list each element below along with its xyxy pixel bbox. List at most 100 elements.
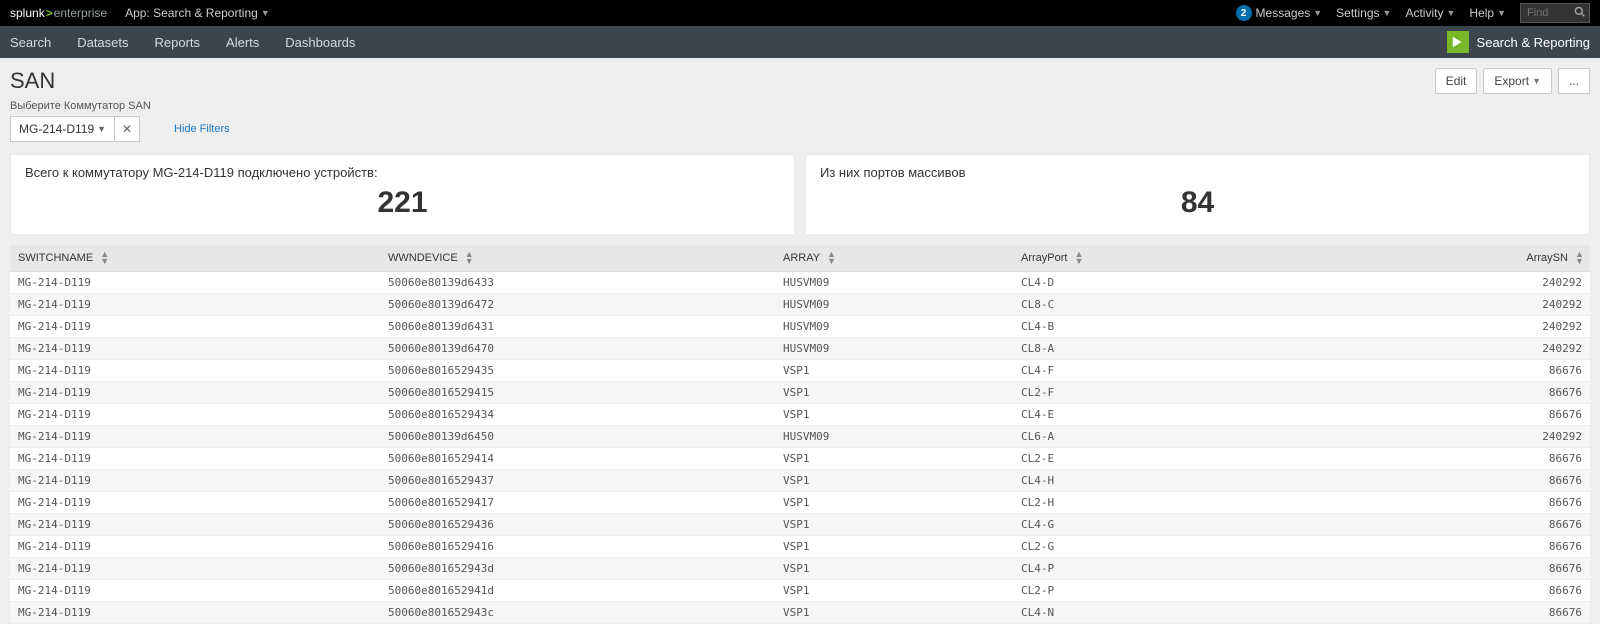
app-brand-icon [1447,31,1469,53]
cell-p: CL4-F [1013,360,1283,382]
table-row[interactable]: MG-214-D11950060e801652943cVSP1CL4-N8667… [10,602,1590,624]
cell-p: CL4-G [1013,514,1283,536]
results-table-wrap: SWITCHNAME ▲▼ WWNDEVICE ▲▼ ARRAY ▲▼ Arra… [0,235,1600,624]
panel-title: Из них портов массивов [820,165,1575,180]
global-find-input[interactable] [1525,6,1573,20]
activity-menu[interactable]: Activity ▼ [1405,6,1455,20]
cell-n: 86676 [1283,360,1590,382]
cell-n: 86676 [1283,404,1590,426]
hide-filters-link[interactable]: Hide Filters [174,123,230,135]
cell-s: MG-214-D119 [10,404,380,426]
table-row[interactable]: MG-214-D11950060e8016529415VSP1CL2-F8667… [10,382,1590,404]
export-label: Export [1494,74,1529,88]
cell-p: CL4-N [1013,602,1283,624]
table-row[interactable]: MG-214-D11950060e8016529414VSP1CL2-E8667… [10,448,1590,470]
edit-button[interactable]: Edit [1435,68,1478,94]
col-label: ArraySN [1526,252,1568,264]
table-row[interactable]: MG-214-D11950060e8016529435VSP1CL4-F8667… [10,360,1590,382]
messages-count-badge: 2 [1236,5,1252,21]
app-switcher[interactable]: App: Search & Reporting ▼ [125,6,270,20]
panel-total-devices: Всего к коммутатору MG-214-D119 подключе… [10,154,795,235]
messages-menu[interactable]: 2 Messages ▼ [1236,5,1323,21]
cell-s: MG-214-D119 [10,360,380,382]
help-menu[interactable]: Help ▼ [1469,6,1506,20]
global-find[interactable] [1520,3,1590,23]
table-row[interactable]: MG-214-D11950060e8016529436VSP1CL4-G8667… [10,514,1590,536]
table-row[interactable]: MG-214-D11950060e80139d6450HUSVM09CL6-A2… [10,426,1590,448]
nav-reports[interactable]: Reports [155,35,201,50]
cell-s: MG-214-D119 [10,294,380,316]
cell-w: 50060e80139d6472 [380,294,775,316]
more-button[interactable]: ... [1558,68,1590,94]
app-brand-label: Search & Reporting [1477,35,1590,50]
cell-s: MG-214-D119 [10,448,380,470]
table-row[interactable]: MG-214-D11950060e801652943dVSP1CL4-P8667… [10,558,1590,580]
cell-s: MG-214-D119 [10,426,380,448]
cell-a: VSP1 [775,360,1013,382]
panel-value: 84 [820,186,1575,220]
cell-n: 240292 [1283,294,1590,316]
logo-gt-icon: > [46,6,53,20]
cell-a: VSP1 [775,470,1013,492]
table-row[interactable]: MG-214-D11950060e8016529416VSP1CL2-G8667… [10,536,1590,558]
export-button[interactable]: Export ▼ [1483,68,1552,94]
cell-a: HUSVM09 [775,338,1013,360]
app-brand[interactable]: Search & Reporting [1447,31,1590,53]
cell-s: MG-214-D119 [10,316,380,338]
cell-s: MG-214-D119 [10,580,380,602]
col-arrayport[interactable]: ArrayPort ▲▼ [1013,245,1283,272]
table-row[interactable]: MG-214-D11950060e80139d6431HUSVM09CL4-B2… [10,316,1590,338]
global-top-right: 2 Messages ▼ Settings ▼ Activity ▼ Help … [1236,3,1590,23]
app-nav-tabs: Search Datasets Reports Alerts Dashboard… [10,35,355,50]
cell-a: VSP1 [775,492,1013,514]
clear-filter-button[interactable]: ✕ [114,116,140,142]
cell-a: VSP1 [775,382,1013,404]
splunk-logo[interactable]: splunk > enterprise [10,6,107,20]
nav-search[interactable]: Search [10,35,51,50]
table-row[interactable]: MG-214-D11950060e8016529434VSP1CL4-E8667… [10,404,1590,426]
cell-n: 86676 [1283,602,1590,624]
cell-a: VSP1 [775,404,1013,426]
nav-alerts[interactable]: Alerts [226,35,259,50]
cell-s: MG-214-D119 [10,382,380,404]
col-switchname[interactable]: SWITCHNAME ▲▼ [10,245,380,272]
cell-w: 50060e8016529434 [380,404,775,426]
cell-s: MG-214-D119 [10,272,380,294]
table-row[interactable]: MG-214-D11950060e80139d6470HUSVM09CL8-A2… [10,338,1590,360]
activity-label: Activity [1405,6,1443,20]
sort-icon: ▲▼ [1075,251,1082,265]
close-icon: ✕ [122,122,132,136]
help-label: Help [1469,6,1494,20]
switch-select-value: MG-214-D119 [19,122,94,136]
cell-w: 50060e8016529416 [380,536,775,558]
cell-a: HUSVM09 [775,294,1013,316]
cell-s: MG-214-D119 [10,536,380,558]
col-arraysn[interactable]: ArraySN ▲▼ [1283,245,1590,272]
nav-datasets[interactable]: Datasets [77,35,128,50]
col-array[interactable]: ARRAY ▲▼ [775,245,1013,272]
switch-select[interactable]: MG-214-D119 ▼ [10,116,114,142]
col-label: ArrayPort [1021,252,1067,264]
results-table: SWITCHNAME ▲▼ WWNDEVICE ▲▼ ARRAY ▲▼ Arra… [10,245,1590,624]
col-wwndevice[interactable]: WWNDEVICE ▲▼ [380,245,775,272]
settings-menu[interactable]: Settings ▼ [1336,6,1391,20]
cell-s: MG-214-D119 [10,492,380,514]
table-row[interactable]: MG-214-D11950060e8016529417VSP1CL2-H8667… [10,492,1590,514]
sort-icon: ▲▼ [100,251,107,265]
table-row[interactable]: MG-214-D11950060e80139d6472HUSVM09CL8-C2… [10,294,1590,316]
cell-n: 240292 [1283,316,1590,338]
table-row[interactable]: MG-214-D11950060e80139d6433HUSVM09CL4-D2… [10,272,1590,294]
app-switcher-label: App: Search & Reporting [125,6,258,20]
nav-dashboards[interactable]: Dashboards [285,35,355,50]
cell-p: CL4-B [1013,316,1283,338]
cell-p: CL4-D [1013,272,1283,294]
panel-value: 221 [25,186,780,220]
cell-s: MG-214-D119 [10,558,380,580]
cell-n: 240292 [1283,272,1590,294]
cell-n: 86676 [1283,580,1590,602]
cell-w: 50060e8016529437 [380,470,775,492]
table-row[interactable]: MG-214-D11950060e801652941dVSP1CL2-P8667… [10,580,1590,602]
table-row[interactable]: MG-214-D11950060e8016529437VSP1CL4-H8667… [10,470,1590,492]
cell-n: 86676 [1283,448,1590,470]
col-label: WWNDEVICE [388,252,458,264]
